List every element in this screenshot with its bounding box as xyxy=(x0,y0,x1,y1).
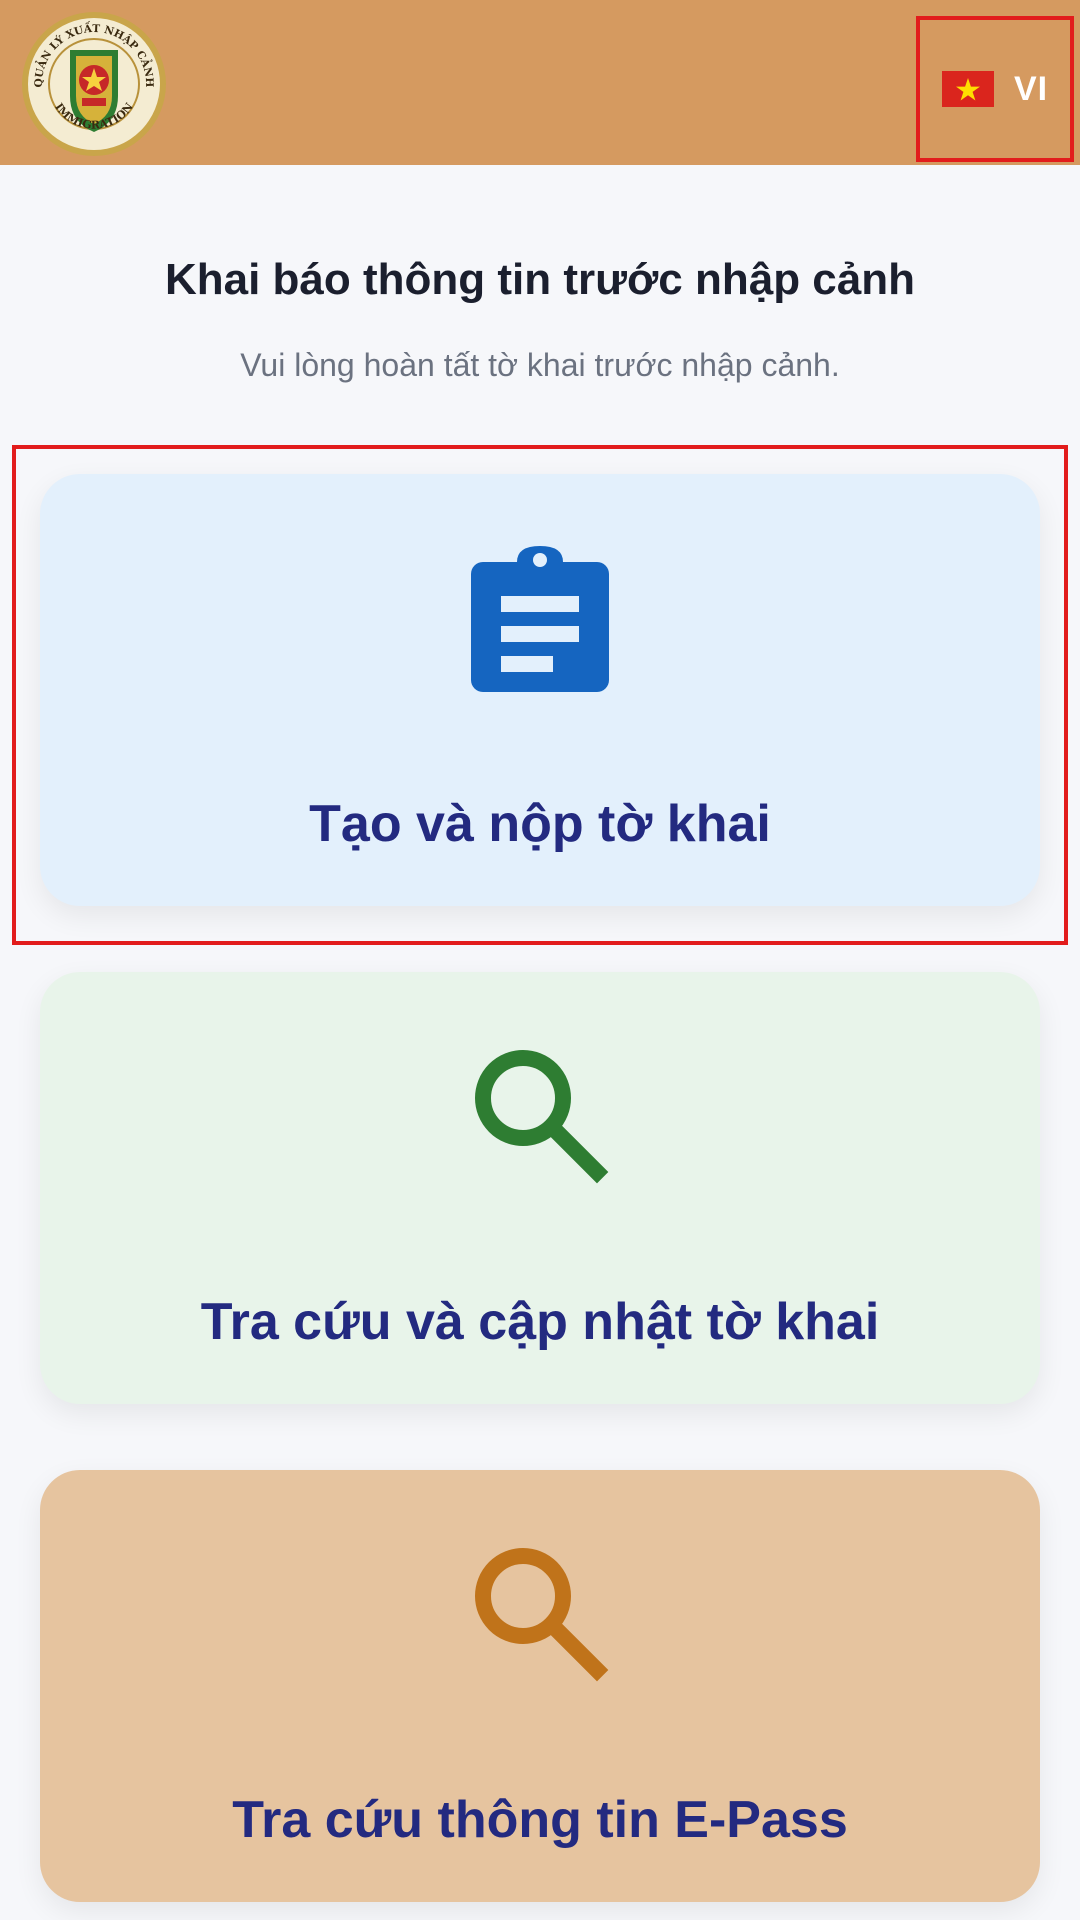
app-header: QUẢN LÝ XUẤT NHẬP CẢNH IMMIGRATION VI xyxy=(0,0,1080,165)
immigration-emblem-icon[interactable]: QUẢN LÝ XUẤT NHẬP CẢNH IMMIGRATION xyxy=(20,10,168,158)
page-title: Khai báo thông tin trước nhập cảnh xyxy=(164,255,916,304)
card-label-epass: Tra cứu thông tin E-Pass xyxy=(232,1791,848,1849)
vietnam-flag-icon xyxy=(941,71,994,107)
page-subtitle: Vui lòng hoàn tất tờ khai trước nhập cản… xyxy=(240,347,840,383)
search-icon xyxy=(475,1050,609,1184)
language-selector[interactable]: VI xyxy=(916,16,1074,162)
language-code: VI xyxy=(1013,69,1049,108)
epass-lookup-card[interactable]: Tra cứu thông tin E-Pass xyxy=(40,1470,1040,1902)
search-icon xyxy=(475,1548,609,1682)
lookup-update-declaration-card[interactable]: Tra cứu và cập nhật tờ khai xyxy=(40,972,1040,1404)
card-label-lookup: Tra cứu và cập nhật tờ khai xyxy=(200,1293,880,1351)
highlight-frame xyxy=(12,445,1068,945)
